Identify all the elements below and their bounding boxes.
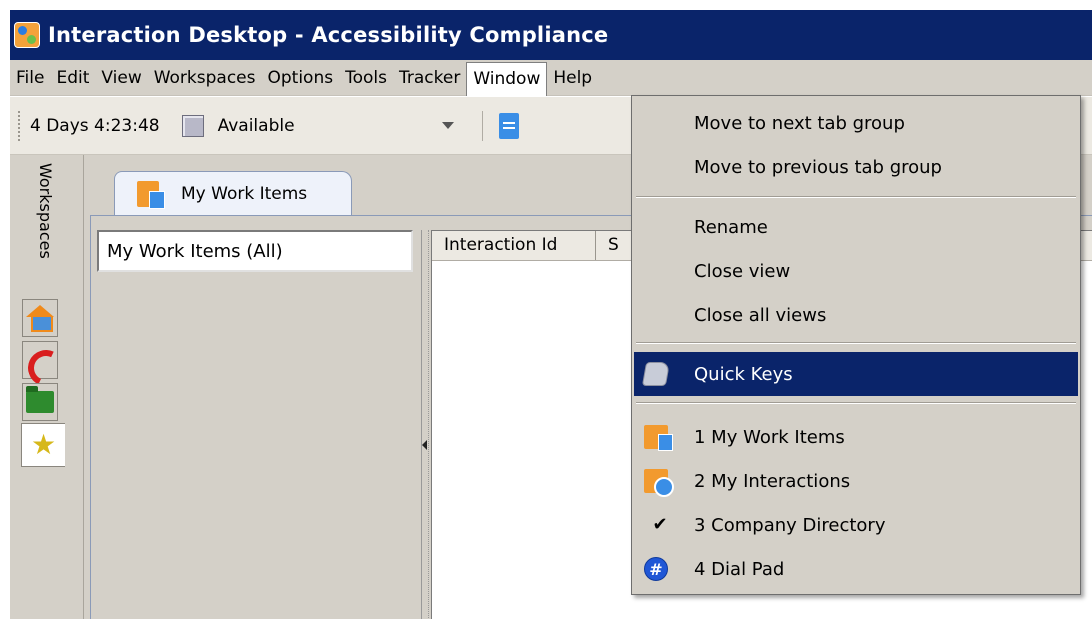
tab-my-work-items[interactable]: My Work Items [114,171,352,215]
phone-workspace-button[interactable] [22,341,58,379]
pane-splitter[interactable] [421,230,429,619]
menu-tools[interactable]: Tools [339,62,393,94]
menu-separator [636,402,1076,404]
toolbar-separator [481,110,483,141]
status-icon [181,114,204,137]
menu-item-close-view[interactable]: Close view [634,252,1078,290]
home-icon [26,305,54,332]
menu-item-label: Move to next tab group [694,112,905,134]
window-title: Interaction Desktop - Accessibility Comp… [48,23,609,47]
work-items-icon [137,180,165,209]
menu-bar: File Edit View Workspaces Options Tools … [10,60,1092,96]
menu-item-rename[interactable]: Rename [634,208,1078,246]
document-icon[interactable] [498,112,519,139]
menu-item-dial-pad[interactable]: # 4 Dial Pad [634,550,1078,588]
chevron-down-icon[interactable] [441,122,454,129]
app-icon [14,22,40,48]
column-s[interactable]: S [596,231,636,260]
menu-item-my-work-items[interactable]: 1 My Work Items [634,418,1078,456]
status-dropdown[interactable]: Available [218,116,428,136]
menu-item-label: Move to previous tab group [694,156,942,178]
collapse-arrow-icon[interactable] [422,440,427,450]
workspaces-label: Workspaces [36,163,55,259]
menu-item-label: Rename [694,216,768,238]
work-items-icon [644,425,673,451]
toolbar-grip[interactable] [18,110,22,141]
interactions-icon [644,469,674,497]
menu-item-my-interactions[interactable]: 2 My Interactions [634,462,1078,500]
menu-separator [636,196,1076,198]
menu-file[interactable]: File [10,62,50,94]
folder-icon [26,386,54,413]
menu-item-label: Quick Keys [694,363,793,385]
title-bar: Interaction Desktop - Accessibility Comp… [10,10,1092,60]
dial-pad-icon: # [644,557,668,581]
menu-tracker[interactable]: Tracker [393,62,466,94]
star-icon: ★ [30,428,57,461]
menu-edit[interactable]: Edit [50,62,95,94]
menu-item-label: Close view [694,260,791,282]
check-icon: ✔ [652,514,668,535]
menu-item-move-next-tab-group[interactable]: Move to next tab group [634,104,1078,142]
menu-item-label: 4 Dial Pad [694,558,785,580]
menu-options[interactable]: Options [262,62,340,94]
menu-item-label: 2 My Interactions [694,470,851,492]
menu-item-company-directory[interactable]: ✔ 3 Company Directory [634,506,1078,544]
window-menu: Move to next tab group Move to previous … [631,95,1081,595]
menu-help[interactable]: Help [547,62,598,94]
status-timer: 4 Days 4:23:48 [30,115,160,136]
menu-separator [636,342,1076,344]
menu-item-label: Close all views [694,304,827,326]
quick-keys-icon [641,362,671,386]
filter-list-item[interactable]: My Work Items (All) [97,230,413,272]
tab-label: My Work Items [181,183,308,204]
favorites-workspace-button[interactable]: ★ [21,423,65,467]
home-workspace-button[interactable] [22,299,58,337]
workspaces-rail: Workspaces ★ [10,155,84,619]
menu-workspaces[interactable]: Workspaces [148,62,262,94]
column-interaction-id[interactable]: Interaction Id [432,231,596,260]
phone-icon [26,346,54,374]
menu-window[interactable]: Window [466,61,548,96]
menu-item-move-previous-tab-group[interactable]: Move to previous tab group [634,148,1078,186]
folder-workspace-button[interactable] [22,383,58,421]
menu-item-close-all-views[interactable]: Close all views [634,296,1078,334]
menu-item-label: 1 My Work Items [694,426,845,448]
menu-view[interactable]: View [95,62,147,94]
menu-item-quick-keys[interactable]: Quick Keys [634,352,1078,396]
menu-item-label: 3 Company Directory [694,514,886,536]
